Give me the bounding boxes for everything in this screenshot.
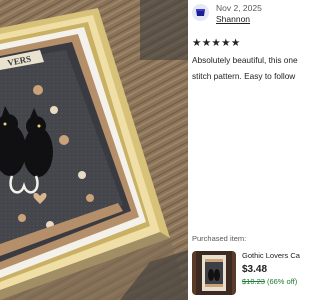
avatar[interactable] — [192, 4, 209, 21]
reviewer-name[interactable]: Shannon — [216, 14, 250, 24]
review-text-line: Absolutely beautiful, this one — [192, 55, 298, 65]
framed-cross-stitch-image: VERS — [0, 0, 188, 300]
review-photo[interactable]: VERS — [0, 0, 188, 300]
review-text: Absolutely beautiful, this one stitch pa… — [192, 52, 300, 84]
original-price-row: $10.23 (66% off) — [242, 277, 297, 286]
review-date: Nov 2, 2025 — [216, 3, 262, 13]
original-price: $10.23 — [242, 277, 265, 286]
purchased-item-price: $3.48 — [242, 264, 268, 275]
reviewer-avatar-icon — [196, 9, 205, 16]
thumbnail-image — [192, 251, 236, 295]
review-panel: Nov 2, 2025 Shannon ★★★★★ Absolutely bea… — [188, 0, 300, 300]
star-rating: ★★★★★ — [192, 37, 241, 49]
discount-percent: (66% off) — [266, 277, 298, 286]
purchased-item-label: Purchased item: — [192, 234, 247, 243]
review-text-line: stitch pattern. Easy to follow — [192, 71, 296, 81]
purchased-item-thumbnail[interactable] — [192, 251, 236, 295]
purchased-item-title[interactable]: Gothic Lovers Ca — [242, 251, 300, 260]
